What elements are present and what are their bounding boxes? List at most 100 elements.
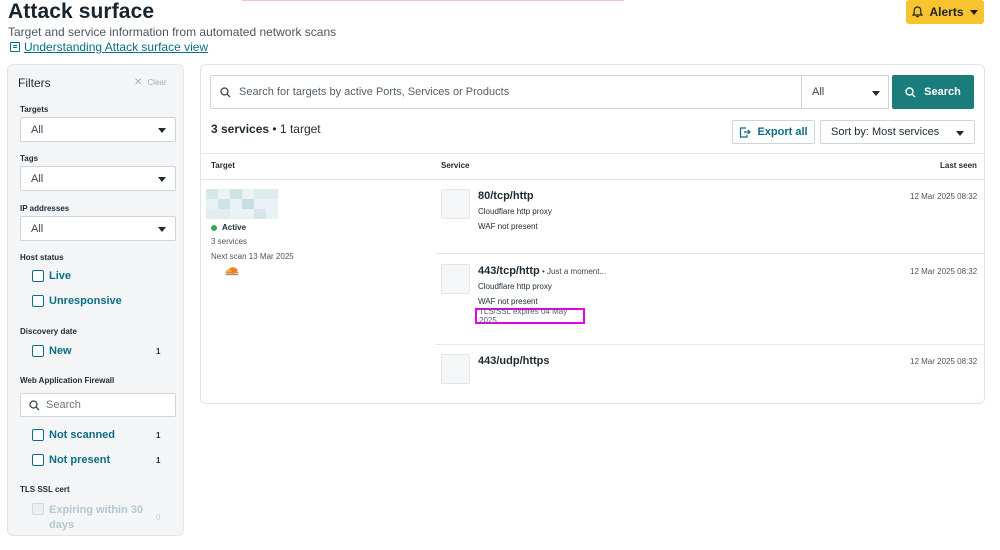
help-link[interactable]: Understanding Attack surface view — [10, 40, 208, 54]
search-scope-select[interactable]: All — [801, 75, 889, 109]
checkbox[interactable] — [32, 295, 44, 307]
document-icon — [10, 42, 20, 52]
targets-select[interactable]: All — [20, 117, 176, 142]
chevron-down-icon — [158, 227, 166, 232]
export-icon — [740, 126, 752, 138]
checkbox[interactable] — [32, 503, 44, 515]
checkbox-label: Not scanned — [49, 429, 116, 441]
service-last-seen: 12 Mar 2025 08:32 — [910, 267, 978, 276]
filters-title: Filters — [18, 76, 51, 90]
sort-label: Sort by: Most services — [831, 126, 940, 138]
discovery-new-checkbox[interactable]: New — [32, 345, 72, 357]
tls-expiry-text: TLS/SSL expires 04 May 2025 — [479, 307, 568, 325]
discovery-new-count: 1 — [156, 347, 161, 356]
chevron-down-icon — [969, 9, 978, 15]
alerts-button[interactable]: Alerts — [906, 0, 984, 24]
filters-panel: Filters ✕ Clear Targets All Tags All IP … — [7, 64, 184, 536]
service-name-label: 443/tcp/http — [478, 265, 540, 277]
ip-addresses-select-value: All — [31, 222, 44, 235]
tags-select[interactable]: All — [20, 166, 176, 191]
top-accent-line — [242, 0, 624, 1]
clear-label: Clear — [147, 78, 167, 87]
service-name[interactable]: 443/tcp/http • Just a moment... — [478, 265, 606, 277]
close-icon: ✕ — [134, 77, 143, 88]
target-status: Active — [211, 223, 246, 232]
service-last-seen: 12 Mar 2025 08:32 — [910, 357, 978, 366]
waf-not-present-checkbox[interactable]: Not present — [32, 454, 110, 466]
services-count: 3 services — [211, 122, 270, 136]
chevron-down-icon — [872, 91, 880, 96]
search-icon — [29, 399, 40, 410]
export-all-button[interactable]: Export all — [732, 120, 815, 144]
checkbox-label: Expiring within 30 days — [49, 504, 144, 531]
targets-label: Targets — [20, 105, 49, 114]
services-search-input[interactable]: Search for targets by active Ports, Serv… — [210, 75, 802, 109]
target-next-scan: Next scan 13 Mar 2025 — [211, 252, 294, 261]
sort-select[interactable]: Sort by: Most services — [820, 120, 975, 144]
waf-not-scanned-count: 1 — [156, 431, 161, 440]
waf-label: Web Application Firewall — [20, 376, 115, 385]
tls-expiry-badge: TLS/SSL expires 04 May 2025 — [475, 307, 585, 325]
results-summary: 3 services • 1 target — [211, 122, 321, 136]
service-thumbnail[interactable] — [441, 354, 470, 384]
checkbox[interactable] — [32, 270, 44, 282]
checkbox-label: New — [49, 345, 72, 357]
search-icon — [220, 86, 231, 97]
divider — [201, 153, 986, 154]
service-thumbnail[interactable] — [441, 264, 470, 294]
ip-addresses-select[interactable]: All — [20, 216, 176, 241]
tls-expiring-checkbox[interactable]: Expiring within 30 days — [32, 503, 149, 533]
row-divider — [436, 253, 986, 254]
checkbox-label: Unresponsive — [49, 295, 122, 307]
chevron-down-icon — [158, 128, 166, 133]
service-page-title: • Just a moment... — [539, 267, 607, 276]
targets-count: • 1 target — [269, 122, 321, 136]
search-button[interactable]: Search — [892, 75, 974, 109]
discovery-date-label: Discovery date — [20, 327, 77, 336]
service-product: Cloudflare http proxy — [478, 282, 552, 291]
target-services-count: 3 services — [211, 237, 248, 246]
service-name[interactable]: 443/udp/https — [478, 355, 550, 367]
service-name[interactable]: 80/tcp/http — [478, 190, 534, 202]
column-header-service[interactable]: Service — [441, 161, 469, 170]
service-waf: WAF not present — [478, 297, 538, 306]
export-label: Export all — [757, 126, 808, 138]
checkbox-label: Live — [49, 270, 72, 282]
service-last-seen: 12 Mar 2025 08:32 — [910, 192, 978, 201]
host-status-unresponsive-checkbox[interactable]: Unresponsive — [32, 295, 122, 307]
page-subtitle: Target and service information from auto… — [8, 25, 337, 39]
alerts-label: Alerts — [929, 5, 964, 19]
search-scope-value: All — [812, 86, 825, 98]
waf-not-scanned-checkbox[interactable]: Not scanned — [32, 429, 115, 441]
divider — [201, 179, 986, 180]
cloudflare-logo-icon — [225, 267, 239, 276]
checkbox[interactable] — [32, 454, 44, 466]
checkbox[interactable] — [32, 429, 44, 441]
host-status-live-checkbox[interactable]: Live — [32, 270, 71, 282]
search-icon — [905, 86, 916, 97]
clear-filters-button[interactable]: ✕ Clear — [134, 77, 167, 88]
column-header-last-seen[interactable]: Last seen — [940, 161, 977, 170]
checkbox[interactable] — [32, 345, 44, 357]
status-dot-icon — [211, 224, 217, 231]
ip-addresses-label: IP addresses — [20, 204, 70, 213]
row-divider — [436, 344, 986, 345]
chevron-down-icon — [158, 177, 166, 182]
search-button-label: Search — [924, 86, 961, 98]
service-thumbnail[interactable] — [441, 189, 470, 219]
service-product: Cloudflare http proxy — [478, 207, 552, 216]
target-screenshot-thumbnail[interactable] — [206, 189, 278, 219]
bell-icon — [912, 6, 924, 18]
results-panel: Search for targets by active Ports, Serv… — [200, 64, 986, 404]
waf-search-placeholder: Search — [46, 399, 81, 411]
host-status-label: Host status — [20, 253, 64, 262]
waf-search-input[interactable]: Search — [20, 393, 176, 417]
checkbox-label: Not present — [49, 454, 111, 466]
waf-not-present-count: 1 — [156, 456, 161, 465]
service-waf: WAF not present — [478, 222, 538, 231]
targets-select-value: All — [31, 123, 44, 136]
help-link-label: Understanding Attack surface view — [24, 40, 209, 54]
column-header-target[interactable]: Target — [211, 161, 235, 170]
chevron-down-icon — [956, 131, 964, 136]
tags-select-value: All — [31, 172, 44, 185]
